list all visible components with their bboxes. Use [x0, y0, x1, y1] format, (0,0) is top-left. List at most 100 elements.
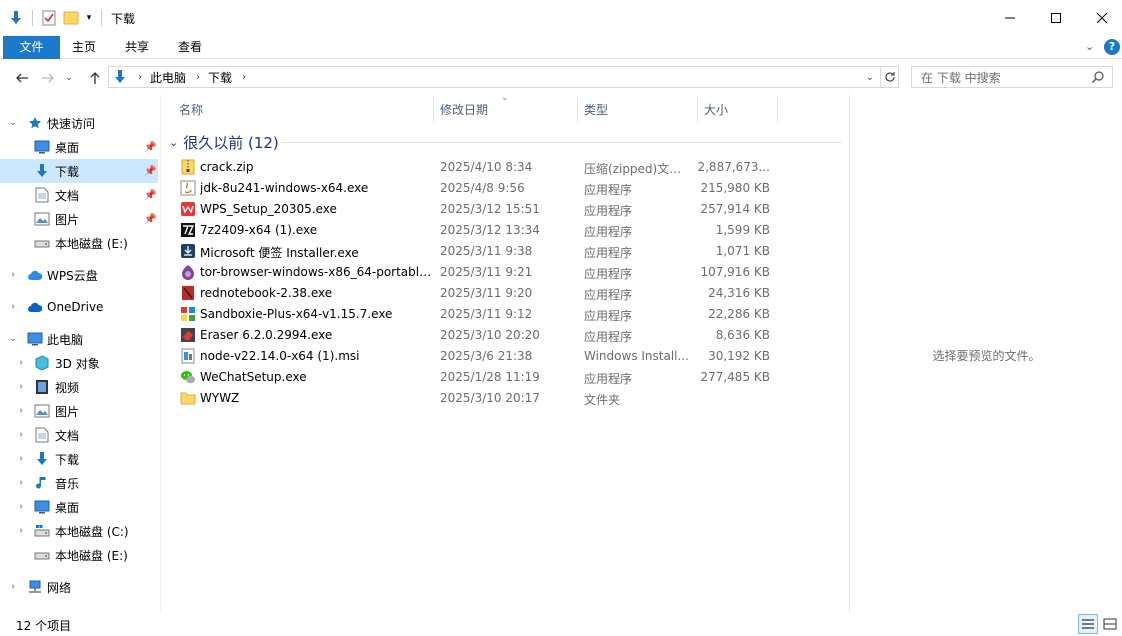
document-icon: [34, 187, 50, 203]
file-name: WeChatSetup.exe: [200, 370, 307, 384]
new-folder-icon[interactable]: [63, 10, 79, 26]
recent-locations-button[interactable]: ⌄: [62, 68, 76, 88]
breadcrumb-chevron-icon[interactable]: ›: [242, 72, 246, 83]
expand-chevron-icon[interactable]: ›: [16, 478, 26, 488]
file-row[interactable]: WYWZ 2025/3/10 20:17 文件夹: [175, 388, 815, 409]
nav-item-music[interactable]: › 音乐: [0, 471, 158, 495]
nav-item-drive-e[interactable]: 本地磁盘 (E:): [0, 231, 158, 255]
expand-chevron-icon[interactable]: ›: [8, 302, 18, 312]
nav-onedrive[interactable]: › OneDrive: [0, 295, 158, 319]
nav-network[interactable]: › 网络: [0, 575, 158, 599]
file-row[interactable]: WPS_Setup_20305.exe 2025/3/12 15:51 应用程序 25…: [175, 199, 815, 220]
column-header-type[interactable]: 类型: [584, 97, 608, 123]
column-separator[interactable]: [577, 97, 578, 123]
nav-item-desktop-pc[interactable]: › 桌面: [0, 495, 158, 519]
ribbon-expand-icon[interactable]: ⌄: [1085, 40, 1094, 53]
nav-label: WPS云盘: [47, 268, 98, 283]
expand-chevron-icon[interactable]: ›: [16, 382, 26, 392]
file-size: 1,071 KB: [715, 244, 770, 258]
help-icon[interactable]: ?: [1104, 39, 1120, 55]
nav-item-documents-pc[interactable]: › 文档: [0, 423, 158, 447]
tab-share[interactable]: 共享: [117, 36, 157, 59]
expand-chevron-icon[interactable]: ›: [16, 406, 26, 416]
file-date: 2025/3/11 9:21: [440, 265, 533, 279]
nav-wps-cloud[interactable]: › WPS云盘: [0, 263, 158, 287]
file-row[interactable]: crack.zip 2025/4/10 8:34 压缩(zipped)文件... 2,…: [175, 157, 815, 178]
file-type: Windows Install...: [584, 349, 689, 363]
address-dropdown-icon[interactable]: ⌄: [866, 72, 874, 83]
refresh-button[interactable]: [881, 66, 899, 88]
close-button[interactable]: [1079, 0, 1122, 36]
forward-button[interactable]: [38, 68, 58, 88]
file-row[interactable]: jdk-8u241-windows-x64.exe 2025/4/8 9:56 应用…: [175, 178, 815, 199]
large-icons-view-button[interactable]: [1100, 614, 1120, 634]
breadcrumb-downloads[interactable]: 下载: [208, 69, 232, 86]
details-view-button[interactable]: [1078, 614, 1098, 634]
preview-pane: 选择要预览的文件。: [849, 95, 1122, 612]
expand-chevron-icon[interactable]: ›: [16, 430, 26, 440]
minimize-button[interactable]: [987, 0, 1033, 36]
expand-chevron-icon[interactable]: ›: [16, 358, 26, 368]
expand-chevron-icon[interactable]: ›: [16, 502, 26, 512]
nav-item-3d-objects[interactable]: › 3D 对象: [0, 351, 158, 375]
tab-view[interactable]: 查看: [170, 36, 210, 59]
file-row[interactable]: WeChatSetup.exe 2025/1/28 11:19 应用程序 277,48…: [175, 367, 815, 388]
file-row[interactable]: tor-browser-windows-x86_64-portable... 20…: [175, 262, 815, 283]
expand-chevron-icon[interactable]: ›: [8, 270, 18, 280]
file-row[interactable]: 7z2409-x64 (1).exe 2025/3/12 13:34 应用程序 1,5…: [175, 220, 815, 241]
breadcrumb-chevron-icon[interactable]: ›: [138, 72, 142, 83]
pin-icon[interactable]: 📌: [144, 190, 156, 201]
group-header[interactable]: ⌄ 很久以前 (12): [169, 133, 279, 152]
nav-item-downloads[interactable]: 下载 📌: [0, 159, 158, 183]
pin-icon[interactable]: 📌: [144, 166, 156, 177]
back-button[interactable]: [12, 68, 32, 88]
document-icon: [34, 427, 50, 443]
file-row[interactable]: Sandboxie-Plus-x64-v1.15.7.exe 2025/3/11 …: [175, 304, 815, 325]
nav-item-pictures-pc[interactable]: › 图片: [0, 399, 158, 423]
nav-item-videos[interactable]: › 视频: [0, 375, 158, 399]
column-separator[interactable]: [433, 97, 434, 123]
nav-this-pc[interactable]: ⌄ 此电脑: [0, 327, 158, 351]
pictures-icon: [34, 211, 50, 227]
breadcrumb-this-pc[interactable]: 此电脑: [150, 69, 186, 86]
column-header-name[interactable]: 名称: [179, 97, 203, 123]
pin-icon[interactable]: 📌: [144, 142, 156, 153]
column-separator[interactable]: [697, 97, 698, 123]
file-date: 2025/3/12 15:51: [440, 202, 540, 216]
nav-item-downloads-pc[interactable]: › 下载: [0, 447, 158, 471]
column-separator[interactable]: [777, 97, 778, 123]
nav-item-documents[interactable]: 文档 📌: [0, 183, 158, 207]
tab-home[interactable]: 主页: [64, 36, 104, 59]
address-bar[interactable]: › 此电脑 › 下载 › ⌄: [108, 66, 881, 88]
file-size: 215,980 KB: [700, 181, 770, 195]
file-name: WPS_Setup_20305.exe: [200, 202, 337, 216]
tab-file[interactable]: 文件: [3, 36, 60, 59]
file-row[interactable]: rednotebook-2.38.exe 2025/3/11 9:20 应用程序 24…: [175, 283, 815, 304]
properties-icon[interactable]: [41, 10, 57, 26]
nav-item-desktop[interactable]: 桌面 📌: [0, 135, 158, 159]
file-size: 8,636 KB: [715, 328, 770, 342]
expand-chevron-icon[interactable]: ›: [16, 454, 26, 464]
ribbon: 文件 主页 共享 查看 ⌄ ?: [0, 36, 1122, 59]
customize-toolbar-icon[interactable]: ▾: [83, 10, 95, 26]
nav-label: 3D 对象: [55, 356, 100, 371]
expand-chevron-icon[interactable]: ›: [8, 582, 18, 592]
expand-chevron-icon[interactable]: ›: [16, 526, 26, 536]
file-row[interactable]: Eraser 6.2.0.2994.exe 2025/3/10 20:20 应用程序…: [175, 325, 815, 346]
maximize-button[interactable]: [1033, 0, 1079, 36]
collapse-chevron-icon[interactable]: ⌄: [8, 334, 18, 344]
file-row[interactable]: Microsoft 便签 Installer.exe 2025/3/11 9:38…: [175, 241, 815, 262]
group-collapse-icon[interactable]: ⌄: [169, 136, 178, 149]
file-row[interactable]: node-v22.14.0-x64 (1).msi 2025/3/6 21:38 W…: [175, 346, 815, 367]
column-header-date[interactable]: 修改日期: [440, 97, 488, 123]
up-button[interactable]: [85, 68, 105, 88]
nav-item-drive-e-pc[interactable]: 本地磁盘 (E:): [0, 543, 158, 567]
search-input[interactable]: 在 下载 中搜索: [911, 66, 1113, 88]
breadcrumb-chevron-icon[interactable]: ›: [196, 72, 200, 83]
pin-icon[interactable]: 📌: [144, 214, 156, 225]
collapse-chevron-icon[interactable]: ⌄: [8, 118, 18, 128]
nav-item-drive-c[interactable]: › 本地磁盘 (C:): [0, 519, 158, 543]
nav-quick-access[interactable]: ⌄ 快速访问: [0, 111, 158, 135]
column-header-size[interactable]: 大小: [704, 97, 728, 123]
nav-item-pictures[interactable]: 图片 📌: [0, 207, 158, 231]
